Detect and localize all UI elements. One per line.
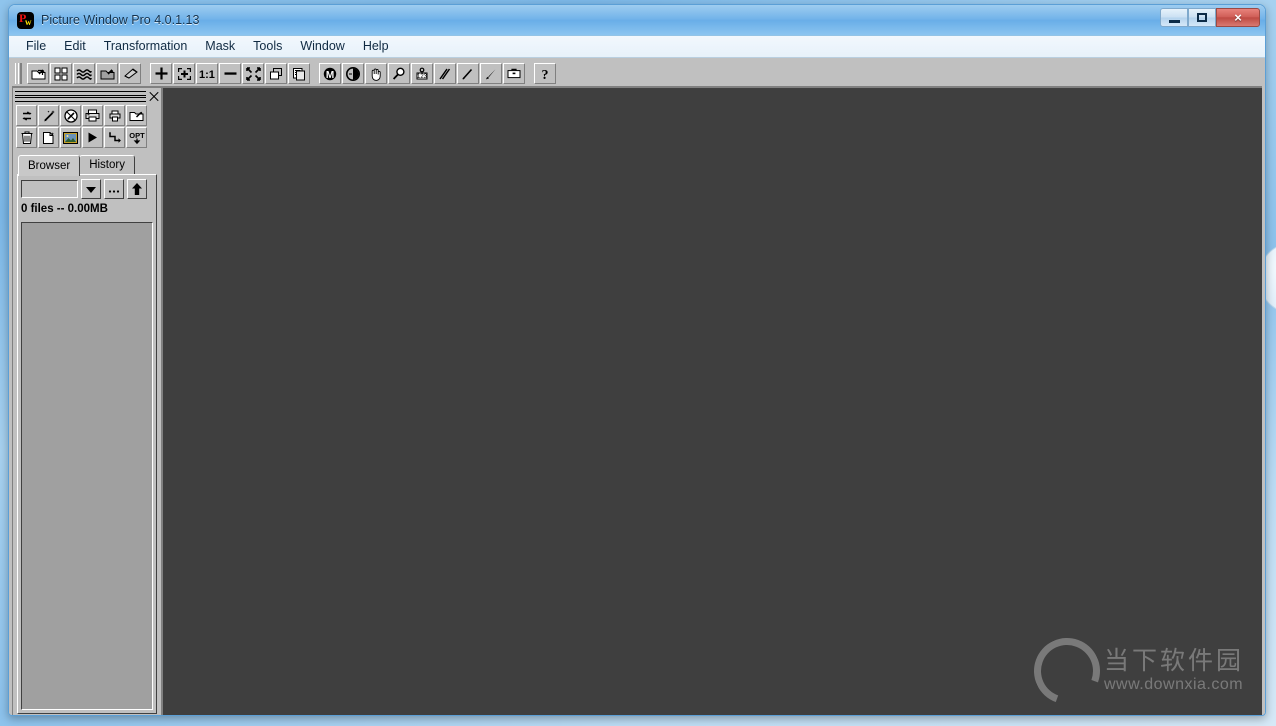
toolbox-icon[interactable]	[503, 63, 525, 84]
menu-bar: File Edit Transformation Mask Tools Wind…	[9, 36, 1265, 58]
maximize-icon	[1197, 13, 1207, 22]
print-small-icon[interactable]	[104, 105, 125, 126]
pencil-icon[interactable]	[457, 63, 479, 84]
pw-app-icon: P w	[17, 11, 34, 29]
panel-titlebar[interactable]	[15, 90, 159, 103]
refresh-icon[interactable]	[16, 105, 37, 126]
title-bar: P w Picture Window Pro 4.0.1.13 ×	[9, 5, 1265, 36]
export-icon[interactable]	[126, 105, 147, 126]
watermark-cn-text: 当下软件园	[1103, 647, 1244, 675]
svg-text:M: M	[326, 70, 334, 81]
menu-edit[interactable]: Edit	[55, 37, 95, 56]
crosshair-icon[interactable]	[150, 63, 172, 84]
options-icon[interactable]: OPT	[126, 127, 147, 148]
window-title: Picture Window Pro 4.0.1.13	[41, 13, 200, 27]
svg-text:?: ?	[542, 68, 549, 81]
hand-pan-icon[interactable]	[365, 63, 387, 84]
magic-wand-icon[interactable]	[38, 105, 59, 126]
open-image-icon[interactable]	[27, 63, 49, 84]
color-sampler-icon[interactable]: 123	[411, 63, 433, 84]
panel-close-icon[interactable]	[148, 91, 159, 102]
application-window: P w Picture Window Pro 4.0.1.13 × File E…	[8, 4, 1266, 716]
browser-panel: OPT Browser History 0 files -- 0.00MB	[13, 88, 163, 715]
menu-help[interactable]: Help	[354, 37, 398, 56]
file-count-status: 0 files -- 0.00MB	[21, 203, 108, 215]
watermark-url-text: www.downxia.com	[1103, 676, 1244, 693]
monochrome-icon[interactable]: M	[319, 63, 341, 84]
workspace-canvas[interactable]: OPT Browser History 0 files -- 0.00MB 当下…	[12, 87, 1262, 715]
flatten-icon[interactable]	[119, 63, 141, 84]
folder-path-input[interactable]	[21, 180, 78, 198]
main-toolbar: 1:1 M 123 ?	[12, 61, 1262, 87]
brightness-icon[interactable]	[342, 63, 364, 84]
menu-transformation[interactable]: Transformation	[95, 37, 197, 56]
path-row	[21, 179, 153, 199]
actual-pixels-icon[interactable]: 1:1	[196, 63, 218, 84]
svg-text:1:1: 1:1	[199, 69, 215, 80]
line-tool-icon[interactable]	[434, 63, 456, 84]
image-preview-icon[interactable]	[60, 127, 81, 148]
panel-drag-grip[interactable]	[15, 91, 146, 102]
menu-file[interactable]: File	[17, 37, 55, 56]
browse-folder-icon[interactable]	[104, 179, 124, 199]
thumbnails-icon[interactable]	[50, 63, 72, 84]
watermark-logo-icon	[1023, 627, 1111, 715]
new-file-icon[interactable]	[38, 127, 59, 148]
menu-window[interactable]: Window	[291, 37, 353, 56]
zoom-out-icon[interactable]	[219, 63, 241, 84]
dropdown-icon[interactable]	[81, 179, 101, 199]
panel-toolbar: OPT	[16, 105, 159, 148]
thumbnail-list[interactable]	[21, 222, 153, 710]
client-area: 1:1 M 123 ? OPT Browser History 0 files …	[9, 58, 1265, 715]
magnifier-icon[interactable]	[388, 63, 410, 84]
tab-browser[interactable]: Browser	[18, 155, 81, 176]
toolbar-grip[interactable]	[15, 63, 22, 84]
tab-history[interactable]: History	[79, 155, 135, 174]
panel-toolbar-row-2: OPT	[16, 127, 159, 148]
tile-windows-icon[interactable]	[265, 63, 287, 84]
shrink-icon[interactable]	[242, 63, 264, 84]
browser-tab-content: 0 files -- 0.00MB	[17, 174, 157, 714]
panel-tabs: Browser History	[18, 155, 161, 176]
no-edit-icon[interactable]	[60, 105, 81, 126]
svg-text:123: 123	[417, 74, 428, 80]
help-icon[interactable]: ?	[534, 63, 556, 84]
print-icon[interactable]	[82, 105, 103, 126]
menu-mask[interactable]: Mask	[196, 37, 244, 56]
site-watermark: 当下软件园 www.downxia.com	[1023, 627, 1244, 715]
window-controls: ×	[1160, 8, 1260, 27]
play-icon[interactable]	[82, 127, 103, 148]
brush-icon[interactable]	[480, 63, 502, 84]
maximize-button[interactable]	[1188, 8, 1216, 27]
waves-icon[interactable]	[73, 63, 95, 84]
panel-toolbar-row-1	[16, 105, 159, 126]
minimize-icon	[1168, 19, 1180, 23]
app-icon-letter-w: w	[25, 16, 32, 27]
watermark-text: 当下软件园 www.downxia.com	[1104, 647, 1244, 695]
trash-icon[interactable]	[16, 127, 37, 148]
close-button[interactable]: ×	[1216, 8, 1260, 27]
open-mask-icon[interactable]	[96, 63, 118, 84]
branch-icon[interactable]	[104, 127, 125, 148]
minimize-button[interactable]	[1160, 8, 1188, 27]
menu-tools[interactable]: Tools	[244, 37, 291, 56]
cascade-windows-icon[interactable]	[288, 63, 310, 84]
parent-folder-icon[interactable]	[127, 179, 147, 199]
fit-to-window-icon[interactable]	[173, 63, 195, 84]
